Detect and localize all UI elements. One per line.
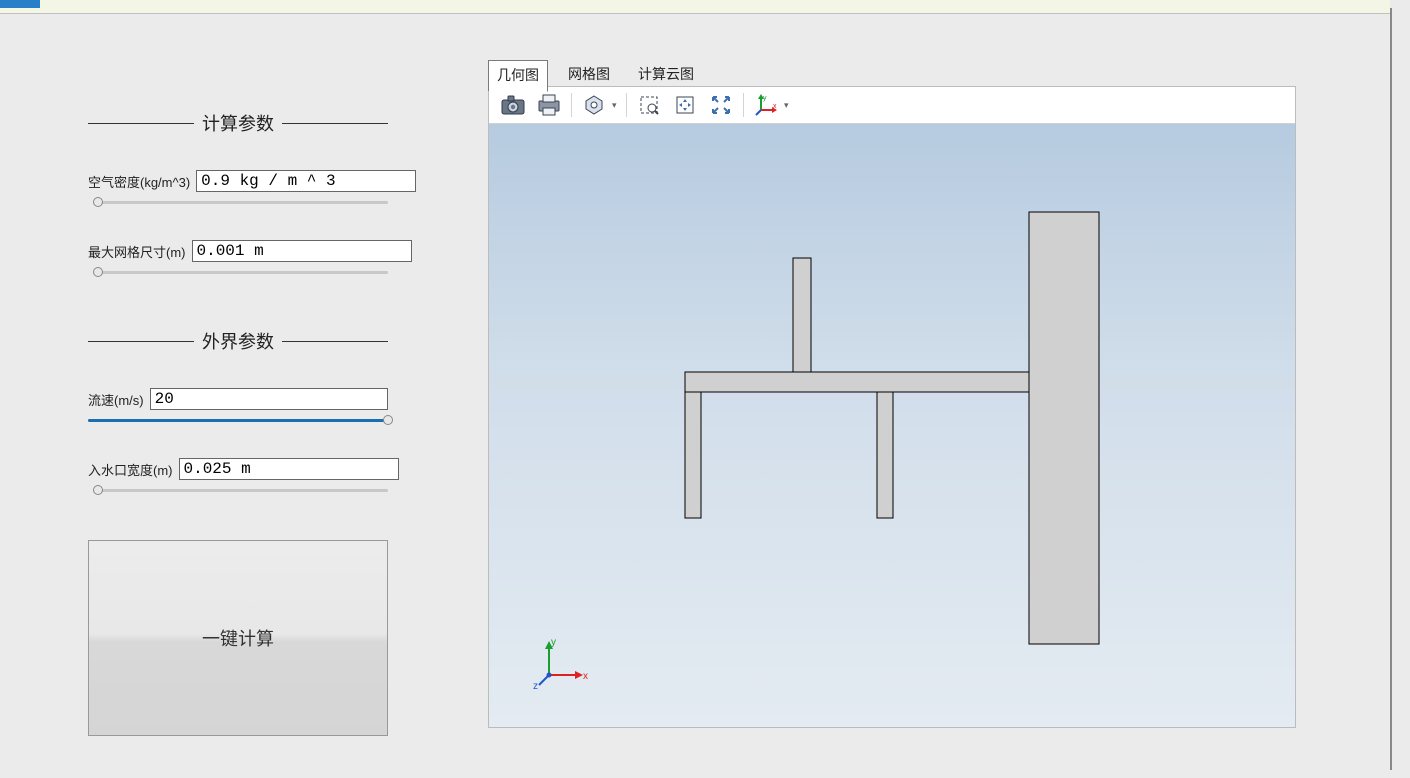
flow-speed-input[interactable] — [150, 388, 388, 410]
fit-view-icon[interactable] — [703, 89, 739, 121]
max-mesh-input[interactable] — [192, 240, 412, 262]
param-air-density: 空气密度(kg/m^3) — [88, 170, 388, 210]
axis-x-label: x — [583, 671, 588, 682]
axes-icon[interactable]: y x — [748, 89, 784, 121]
view-toolbar: ▾ y x ▾ — [488, 86, 1296, 124]
divider — [282, 341, 388, 342]
compute-button[interactable]: 一键计算 — [88, 540, 388, 736]
section-calc-params: 计算参数 — [88, 110, 388, 136]
section-title-calc: 计算参数 — [202, 110, 274, 136]
geometry-shape — [489, 124, 1297, 728]
param-max-mesh: 最大网格尺寸(m) — [88, 240, 388, 280]
top-header-strip — [0, 0, 1390, 14]
air-density-slider[interactable] — [98, 196, 388, 210]
max-mesh-slider[interactable] — [98, 266, 388, 280]
divider — [88, 341, 194, 342]
air-density-label: 空气密度(kg/m^3) — [88, 172, 190, 191]
print-icon[interactable] — [531, 89, 567, 121]
svg-text:x: x — [773, 103, 777, 110]
axis-gizmo: y x z — [533, 631, 593, 691]
param-flow-speed: 流速(m/s) — [88, 388, 388, 428]
flow-speed-label: 流速(m/s) — [88, 390, 144, 409]
section-external-params: 外界参数 — [88, 328, 388, 354]
svg-text:y: y — [763, 95, 767, 102]
tab-geometry[interactable]: 几何图 — [488, 60, 548, 92]
air-density-input[interactable] — [196, 170, 416, 192]
inlet-width-label: 入水口宽度(m) — [88, 460, 173, 479]
axis-z-label: z — [533, 681, 538, 691]
right-window-border — [1390, 8, 1392, 770]
camera-icon[interactable] — [495, 89, 531, 121]
axes-dropdown-icon[interactable]: ▾ — [784, 100, 794, 111]
inlet-width-slider[interactable] — [98, 484, 388, 498]
pan-icon[interactable] — [667, 89, 703, 121]
inlet-width-input[interactable] — [179, 458, 399, 480]
hexagon-dropdown-icon[interactable]: ▾ — [612, 100, 622, 111]
param-inlet-width: 入水口宽度(m) — [88, 458, 388, 498]
divider — [88, 123, 194, 124]
zoom-box-icon[interactable] — [631, 89, 667, 121]
top-blue-tab — [0, 0, 40, 8]
divider — [282, 123, 388, 124]
section-title-external: 外界参数 — [202, 328, 274, 354]
parameter-panel: 计算参数 空气密度(kg/m^3) 最大网格尺寸(m) 外界参数 — [88, 110, 388, 736]
flow-speed-slider[interactable] — [88, 414, 388, 428]
geometry-viewport[interactable]: y x z — [488, 124, 1296, 728]
max-mesh-label: 最大网格尺寸(m) — [88, 242, 186, 261]
axis-y-label: y — [551, 637, 556, 648]
hexagon-icon[interactable] — [576, 89, 612, 121]
